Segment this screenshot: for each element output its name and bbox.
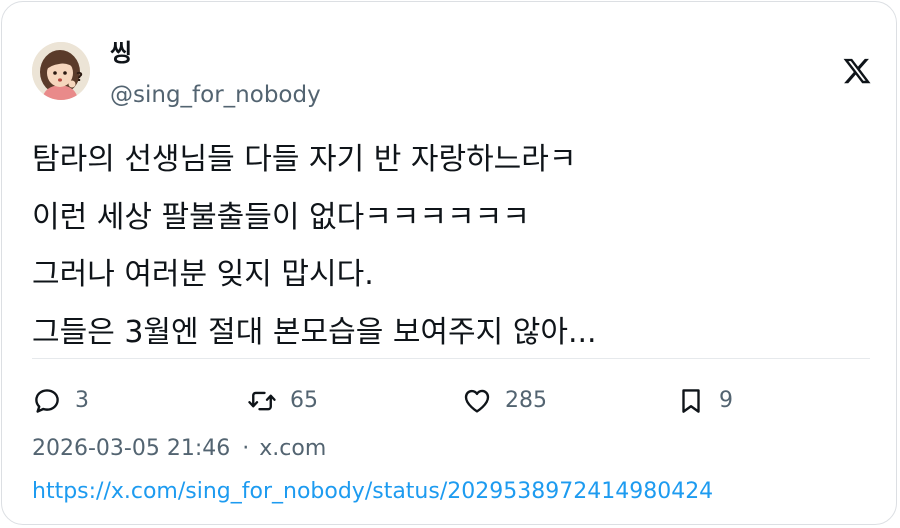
cartoon-girl-thinking-icon: ?	[32, 42, 90, 100]
bookmark-icon	[682, 389, 700, 413]
timestamp[interactable]: 2026-03-05 21:46	[32, 436, 230, 461]
reply-icon	[35, 389, 59, 413]
display-name[interactable]: 씽	[110, 38, 132, 68]
tweet-line: 그러나 여러분 잊지 맙시다.	[32, 257, 374, 292]
avatar[interactable]: ?	[32, 42, 90, 100]
divider	[32, 358, 870, 359]
bookmark-button[interactable]: 9	[676, 384, 733, 418]
meta-separator: ·	[242, 436, 250, 461]
heart-icon	[464, 389, 490, 413]
reply-button[interactable]: 3	[32, 384, 89, 418]
bookmark-count: 9	[719, 388, 733, 413]
x-logo-icon[interactable]	[842, 56, 872, 86]
like-button[interactable]: 285	[462, 384, 547, 418]
repost-count: 65	[290, 388, 318, 413]
repost-button[interactable]: 65	[247, 384, 318, 418]
source-label[interactable]: x.com	[259, 436, 326, 461]
tweet-meta: 2026-03-05 21:46 · x.com	[32, 434, 326, 464]
reply-count: 3	[75, 388, 89, 413]
tweet-card: ? 씽 @sing_for_nobody 탐라의 선생님들 다들 자기 반 자랑…	[1, 1, 897, 525]
svg-text:?: ?	[76, 70, 83, 84]
repost-icon	[248, 391, 276, 411]
tweet-line: 이런 세상 팔불출들이 없다ㅋㅋㅋㅋㅋㅋ	[32, 199, 530, 235]
tweet-line: 그들은 3월엔 절대 본모습을 보여주지 않아...	[32, 314, 597, 350]
tweet-link[interactable]: https://x.com/sing_for_nobody/status/202…	[32, 477, 713, 507]
tweet-text: 탐라의 선생님들 다들 자기 반 자랑하느라ㅋ 이런 세상 팔불출들이 없다ㅋㅋ…	[32, 131, 872, 361]
user-handle[interactable]: @sing_for_nobody	[110, 80, 321, 110]
like-count: 285	[505, 388, 547, 413]
tweet-line: 탐라의 선생님들 다들 자기 반 자랑하느라ㅋ	[32, 142, 577, 177]
